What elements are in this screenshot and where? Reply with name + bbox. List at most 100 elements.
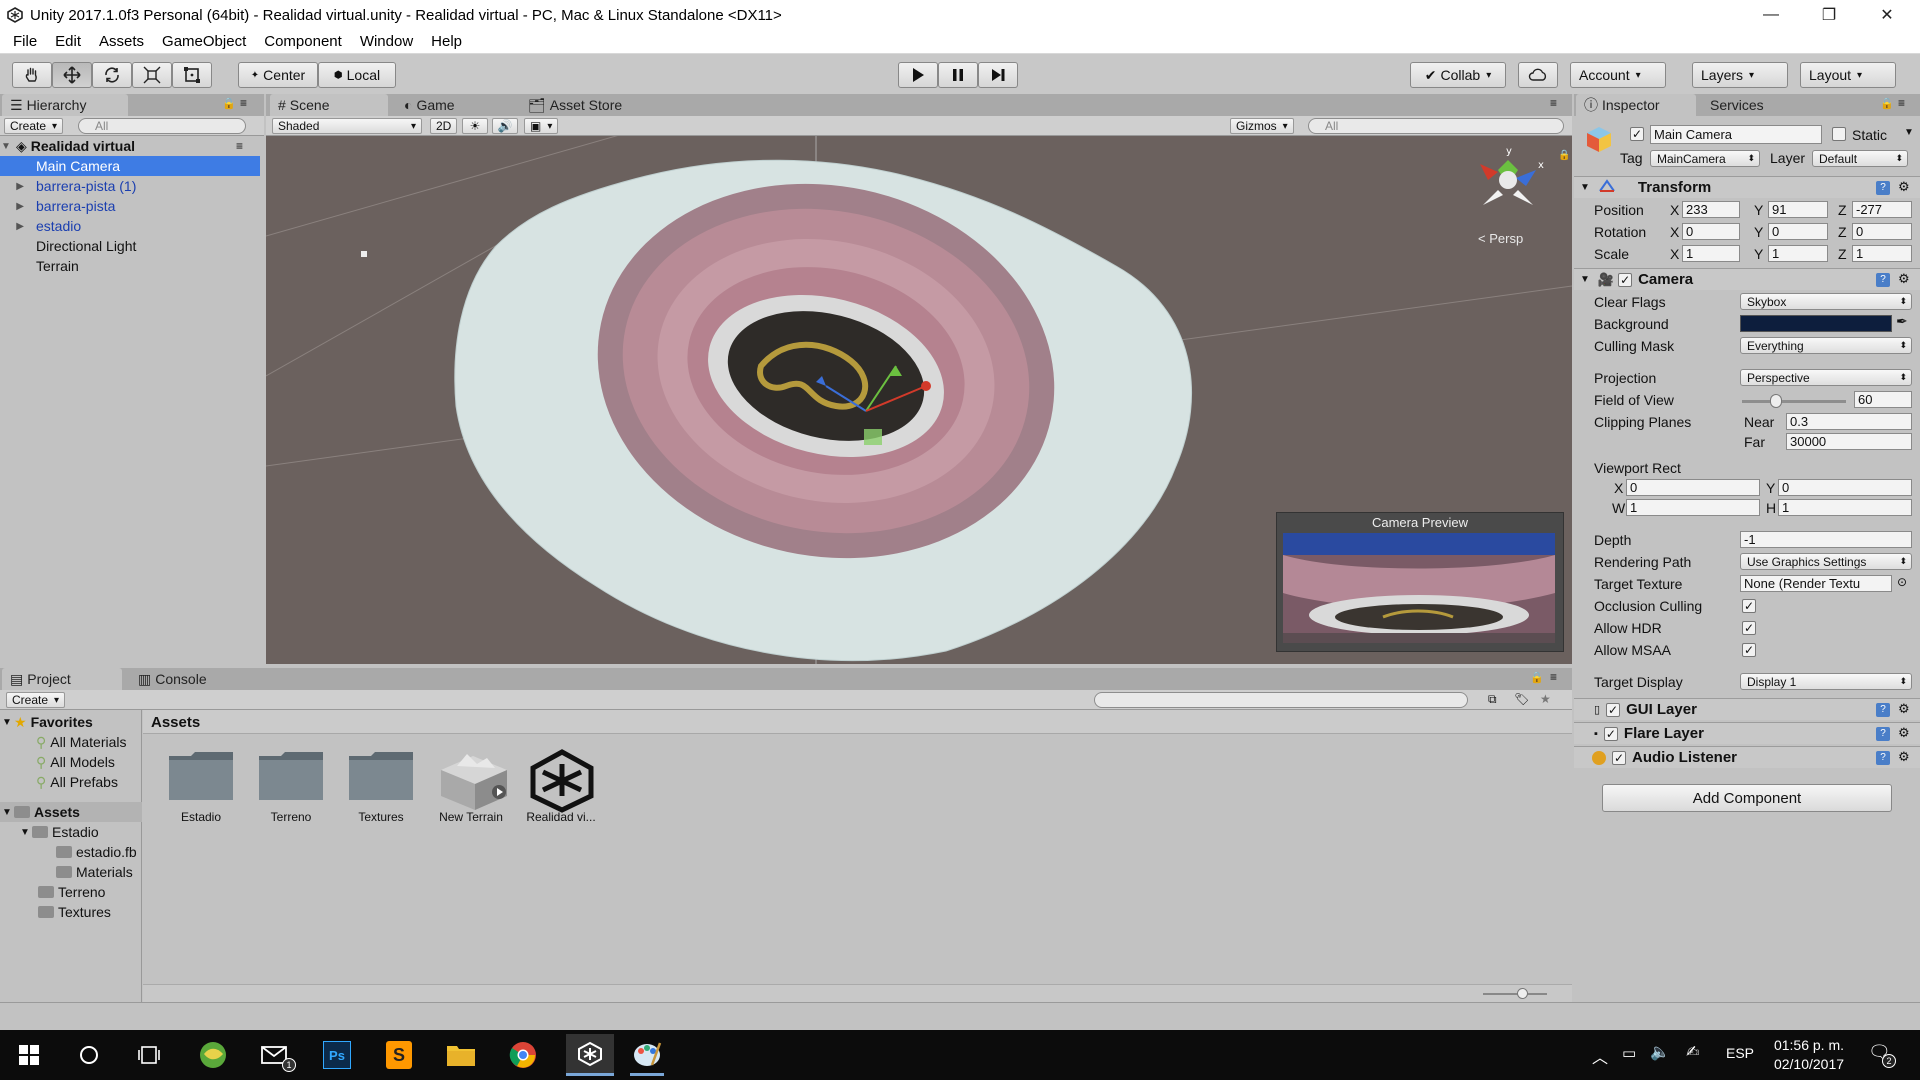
asset-folder-terreno[interactable]: Terreno xyxy=(246,748,336,824)
file-explorer-icon[interactable] xyxy=(444,1038,478,1072)
lock-icon[interactable]: 🔒 xyxy=(1880,97,1894,110)
panel-menu-icon[interactable]: ≡ xyxy=(1898,96,1905,110)
help-icon[interactable]: ? xyxy=(1876,703,1890,717)
app-green-icon[interactable] xyxy=(196,1038,230,1072)
menu-window[interactable]: Window xyxy=(351,33,422,50)
minimize-button[interactable]: — xyxy=(1742,0,1800,30)
far-clip-field[interactable]: 30000 xyxy=(1786,433,1912,450)
audio-listener-header[interactable]: ✓ Audio Listener ? ⚙ xyxy=(1574,746,1920,768)
audio-listener-checkbox[interactable]: ✓ xyxy=(1612,750,1626,765)
asset-new-terrain[interactable]: New Terrain xyxy=(426,748,516,824)
task-view-icon[interactable] xyxy=(132,1038,166,1072)
play-button[interactable] xyxy=(898,62,938,88)
tree-folder-textures[interactable]: Textures xyxy=(38,902,111,922)
active-checkbox[interactable]: ✓ xyxy=(1630,127,1644,141)
favorite-item[interactable]: ⚲ All Prefabs xyxy=(36,772,118,792)
expand-triangle-icon[interactable]: ▼ xyxy=(1580,274,1590,285)
chrome-icon[interactable] xyxy=(506,1038,540,1072)
transform-header[interactable]: ▼ Transform ? ⚙ xyxy=(1574,176,1920,198)
asset-folder-estadio[interactable]: Estadio xyxy=(156,748,246,824)
tab-inspector[interactable]: ⓘ Inspector xyxy=(1576,94,1696,116)
eyedropper-icon[interactable]: ✒ xyxy=(1896,313,1908,330)
menu-component[interactable]: Component xyxy=(255,33,351,50)
culling-mask-dropdown[interactable]: Everything xyxy=(1740,337,1912,354)
icon-size-slider-thumb[interactable] xyxy=(1517,988,1528,999)
menu-help[interactable]: Help xyxy=(422,33,471,50)
rotation-z-field[interactable]: 0 xyxy=(1852,223,1912,240)
clear-flags-dropdown[interactable]: Skybox xyxy=(1740,293,1912,310)
asset-scene-realidad-virtual[interactable]: Realidad vi... xyxy=(516,748,606,824)
close-button[interactable]: ✕ xyxy=(1858,0,1916,30)
near-clip-field[interactable]: 0.3 xyxy=(1786,413,1912,430)
tab-project[interactable]: ▤ Project xyxy=(2,668,122,690)
toggle-2d-button[interactable]: 2D xyxy=(430,118,458,134)
menu-assets[interactable]: Assets xyxy=(90,33,153,50)
gear-icon[interactable]: ⚙ xyxy=(1898,271,1910,287)
tab-hierarchy[interactable]: ☰ Hierarchy xyxy=(2,94,128,116)
hierarchy-search-input[interactable]: All xyxy=(78,118,246,134)
allow-hdr-checkbox[interactable]: ✓ xyxy=(1742,621,1756,635)
icon-size-slider-track[interactable] xyxy=(1483,993,1547,995)
hierarchy-item-terrain[interactable]: Terrain xyxy=(0,256,260,276)
shading-mode-dropdown[interactable]: Shaded xyxy=(272,118,422,134)
scene-viewport[interactable]: y x 🔒 < Persp Camera Preview xyxy=(266,136,1572,664)
static-dropdown-icon[interactable]: ▼ xyxy=(1904,127,1914,138)
unity-taskbar-icon[interactable] xyxy=(566,1034,614,1076)
static-checkbox[interactable] xyxy=(1832,127,1846,141)
panel-menu-icon[interactable]: ≡ xyxy=(1550,96,1557,110)
gizmos-dropdown[interactable]: Gizmos xyxy=(1230,118,1294,134)
filter-by-type-icon[interactable]: ⧉ xyxy=(1488,692,1497,707)
depth-field[interactable]: -1 xyxy=(1740,531,1912,548)
mail-icon[interactable]: 1 xyxy=(258,1038,296,1072)
volume-icon[interactable]: 🔈 xyxy=(1650,1042,1670,1062)
gear-icon[interactable]: ⚙ xyxy=(1898,701,1910,717)
menu-gameobject[interactable]: GameObject xyxy=(153,33,255,50)
help-icon[interactable]: ? xyxy=(1876,751,1890,765)
step-button[interactable] xyxy=(978,62,1018,88)
scale-x-field[interactable]: 1 xyxy=(1682,245,1740,262)
expand-triangle-icon[interactable]: ▶ xyxy=(0,181,24,192)
pause-button[interactable] xyxy=(938,62,978,88)
object-name-input[interactable]: Main Camera xyxy=(1650,125,1822,144)
lighting-toggle[interactable]: ☀ xyxy=(462,118,488,134)
lock-icon[interactable]: 🔒 xyxy=(222,97,236,110)
scale-y-field[interactable]: 1 xyxy=(1768,245,1828,262)
position-z-field[interactable]: -277 xyxy=(1852,201,1912,218)
layers-dropdown[interactable]: Layers xyxy=(1692,62,1788,88)
filter-by-label-icon[interactable]: 🏷 xyxy=(1514,692,1529,706)
tab-services[interactable]: Services xyxy=(1702,94,1812,116)
asset-folder-textures[interactable]: Textures xyxy=(336,748,426,824)
orientation-gizmo[interactable]: y x xyxy=(1458,140,1558,230)
viewport-x-field[interactable]: 0 xyxy=(1626,479,1760,496)
add-component-button[interactable]: Add Component xyxy=(1602,784,1892,812)
favorite-item[interactable]: ⚲ All Models xyxy=(36,752,115,772)
pen-icon[interactable]: ✍ xyxy=(1686,1042,1699,1062)
gear-icon[interactable]: ⚙ xyxy=(1898,179,1910,195)
expand-triangle-icon[interactable]: ▼ xyxy=(0,807,14,818)
hierarchy-item-directional-light[interactable]: Directional Light xyxy=(0,236,260,256)
target-texture-field[interactable]: None (Render Textu xyxy=(1740,575,1892,592)
expand-triangle-icon[interactable]: ▼ xyxy=(18,827,32,838)
hierarchy-item-estadio[interactable]: ▶ estadio xyxy=(0,216,260,236)
scale-tool-button[interactable] xyxy=(132,62,172,88)
collab-dropdown[interactable]: ✔ Collab xyxy=(1410,62,1506,88)
projection-dropdown[interactable]: Perspective xyxy=(1740,369,1912,386)
scale-z-field[interactable]: 1 xyxy=(1852,245,1912,262)
gear-icon[interactable]: ⚙ xyxy=(1898,725,1910,741)
maximize-button[interactable]: ❐ xyxy=(1800,0,1858,30)
tree-folder-estadio[interactable]: ▼ Estadio xyxy=(18,822,99,842)
camera-enabled-checkbox[interactable]: ✓ xyxy=(1618,272,1633,287)
lock-icon[interactable]: 🔒 xyxy=(1530,671,1544,684)
tree-folder-materials[interactable]: Materials xyxy=(56,862,133,882)
panel-menu-icon[interactable]: ≡ xyxy=(240,96,247,110)
language-indicator[interactable]: ESP xyxy=(1726,1045,1754,1061)
project-create-dropdown[interactable]: Create xyxy=(6,692,66,708)
allow-msaa-checkbox[interactable]: ✓ xyxy=(1742,643,1756,657)
cloud-button[interactable] xyxy=(1518,62,1558,88)
tag-dropdown[interactable]: MainCamera xyxy=(1650,150,1760,167)
help-icon[interactable]: ? xyxy=(1876,181,1890,195)
sublime-text-icon[interactable]: S xyxy=(382,1038,416,1072)
move-tool-button[interactable] xyxy=(52,62,92,88)
rotation-x-field[interactable]: 0 xyxy=(1682,223,1740,240)
create-dropdown[interactable]: Create xyxy=(4,118,64,134)
